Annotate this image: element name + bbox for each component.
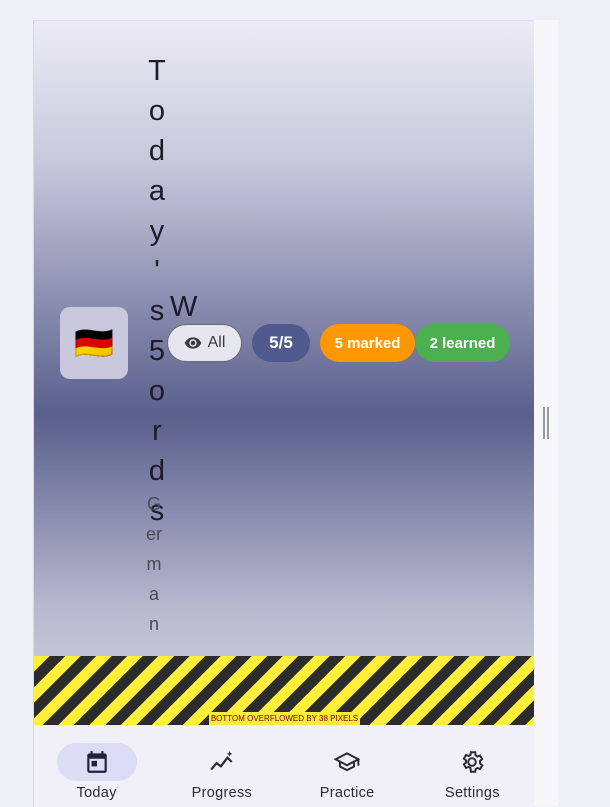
page-title: To d a y ' s 5 o r d s xyxy=(148,55,166,527)
nav-item-progress[interactable]: Progress xyxy=(159,725,284,807)
nav-label-progress: Progress xyxy=(191,785,253,801)
page-title-wrap: W xyxy=(170,291,198,323)
bottom-navigation: Today Progress Practice Settings xyxy=(34,725,535,807)
language-subtitle: Ger m a n xyxy=(145,494,162,634)
learned-badge: 2 learned xyxy=(415,324,510,362)
eye-icon xyxy=(184,337,201,349)
language-flag[interactable]: 🇩🇪 xyxy=(60,307,128,379)
overflow-warning-text: BOTTOM OVERFLOWED BY 38 PIXELS xyxy=(208,712,361,725)
nav-label-settings: Settings xyxy=(444,785,500,801)
filter-all-chip[interactable]: All xyxy=(167,324,242,362)
gear-icon xyxy=(462,751,484,773)
nav-label-practice: Practice xyxy=(319,785,375,801)
flag-emoji: 🇩🇪 xyxy=(74,325,114,361)
trending-icon xyxy=(210,751,233,771)
marked-badge: 5 marked xyxy=(320,324,415,362)
word-count-badge: 5/5 xyxy=(252,324,310,362)
filter-all-label: All xyxy=(207,334,226,351)
app-screen: 🇩🇪 To d a y ' s 5 o r d s W Ger m a n All 5/5 5 marke… xyxy=(33,20,535,807)
nav-item-today[interactable]: Today xyxy=(34,725,159,807)
calendar-icon xyxy=(86,751,107,773)
nav-item-settings[interactable]: Settings xyxy=(410,725,535,807)
nav-label-today: Today xyxy=(76,785,117,801)
school-icon xyxy=(334,752,361,772)
resize-handle[interactable] xyxy=(543,407,549,439)
overflow-warning-stripes: BOTTOM OVERFLOWED BY 38 PIXELS xyxy=(34,656,535,725)
nav-item-practice[interactable]: Practice xyxy=(285,725,410,807)
